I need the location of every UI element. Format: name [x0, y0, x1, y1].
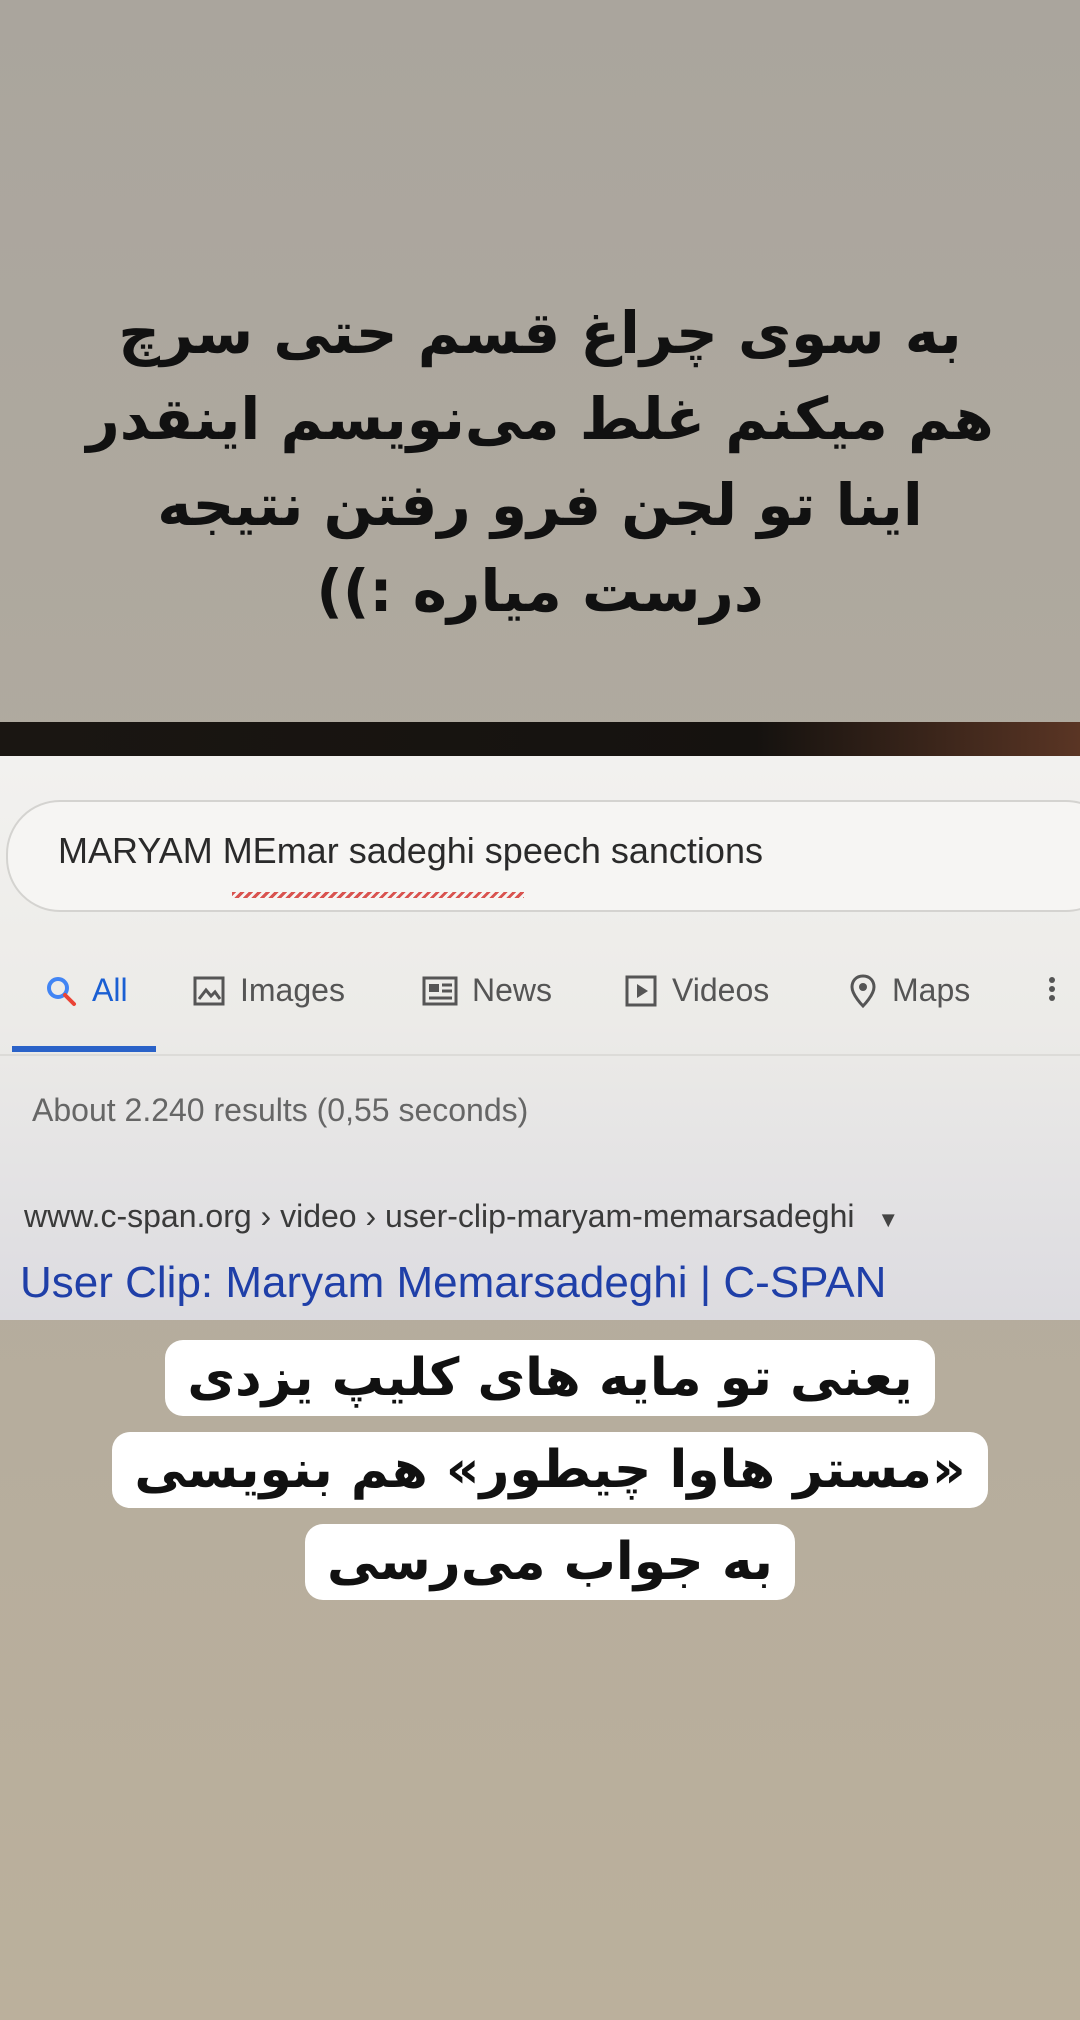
search-tabs: All Images News Videos Maps	[0, 972, 1080, 1032]
bottom-caption-line: به جواب می‌رسی	[305, 1524, 795, 1600]
image-icon	[192, 974, 226, 1008]
bottom-caption-line: یعنی تو مایه های کلیپ یزدی	[165, 1340, 935, 1416]
spellcheck-underline	[232, 892, 524, 898]
tab-videos[interactable]: Videos	[624, 972, 769, 1009]
tab-label: Maps	[892, 972, 971, 1008]
tab-label: News	[472, 972, 553, 1008]
tab-all[interactable]: All	[44, 972, 128, 1009]
top-caption: به سوی چراغ قسم حتی سرچ هم میکنم غلط می‌…	[86, 299, 994, 625]
tab-news[interactable]: News	[422, 972, 552, 1009]
play-icon	[624, 974, 658, 1008]
monitor-bezel	[0, 722, 1080, 756]
result-title-link[interactable]: User Clip: Maryam Memarsadeghi | C-SPAN	[20, 1258, 886, 1308]
result-url-text: www.c-span.org › video › user-clip-marya…	[24, 1198, 855, 1234]
bottom-caption-line: «مستر هاوا چیطور» هم بنویسی	[112, 1432, 988, 1508]
more-options-icon[interactable]	[1046, 972, 1058, 1006]
map-pin-icon	[848, 973, 878, 1009]
search-screen-photo: MARYAM MEmar sadeghi speech sanctions Al…	[0, 722, 1080, 1320]
tab-label: All	[92, 972, 128, 1008]
dropdown-arrow-icon[interactable]: ▼	[877, 1207, 899, 1232]
result-url[interactable]: www.c-span.org › video › user-clip-marya…	[24, 1198, 899, 1235]
search-query-text[interactable]: MARYAM MEmar sadeghi speech sanctions	[58, 830, 763, 872]
tab-label: Videos	[672, 972, 770, 1008]
tab-label: Images	[240, 972, 345, 1008]
news-icon	[422, 974, 458, 1008]
result-stats: About 2.240 results (0,55 seconds)	[32, 1092, 529, 1128]
search-input[interactable]: MARYAM MEmar sadeghi speech sanctions	[6, 800, 1080, 912]
bottom-caption: یعنی تو مایه های کلیپ یزدی «مستر هاوا چی…	[90, 1332, 1010, 1608]
active-tab-indicator	[12, 1046, 156, 1052]
tab-maps[interactable]: Maps	[848, 972, 970, 1009]
tab-images[interactable]: Images	[192, 972, 345, 1009]
search-icon	[44, 974, 78, 1008]
tabs-divider	[0, 1054, 1080, 1056]
